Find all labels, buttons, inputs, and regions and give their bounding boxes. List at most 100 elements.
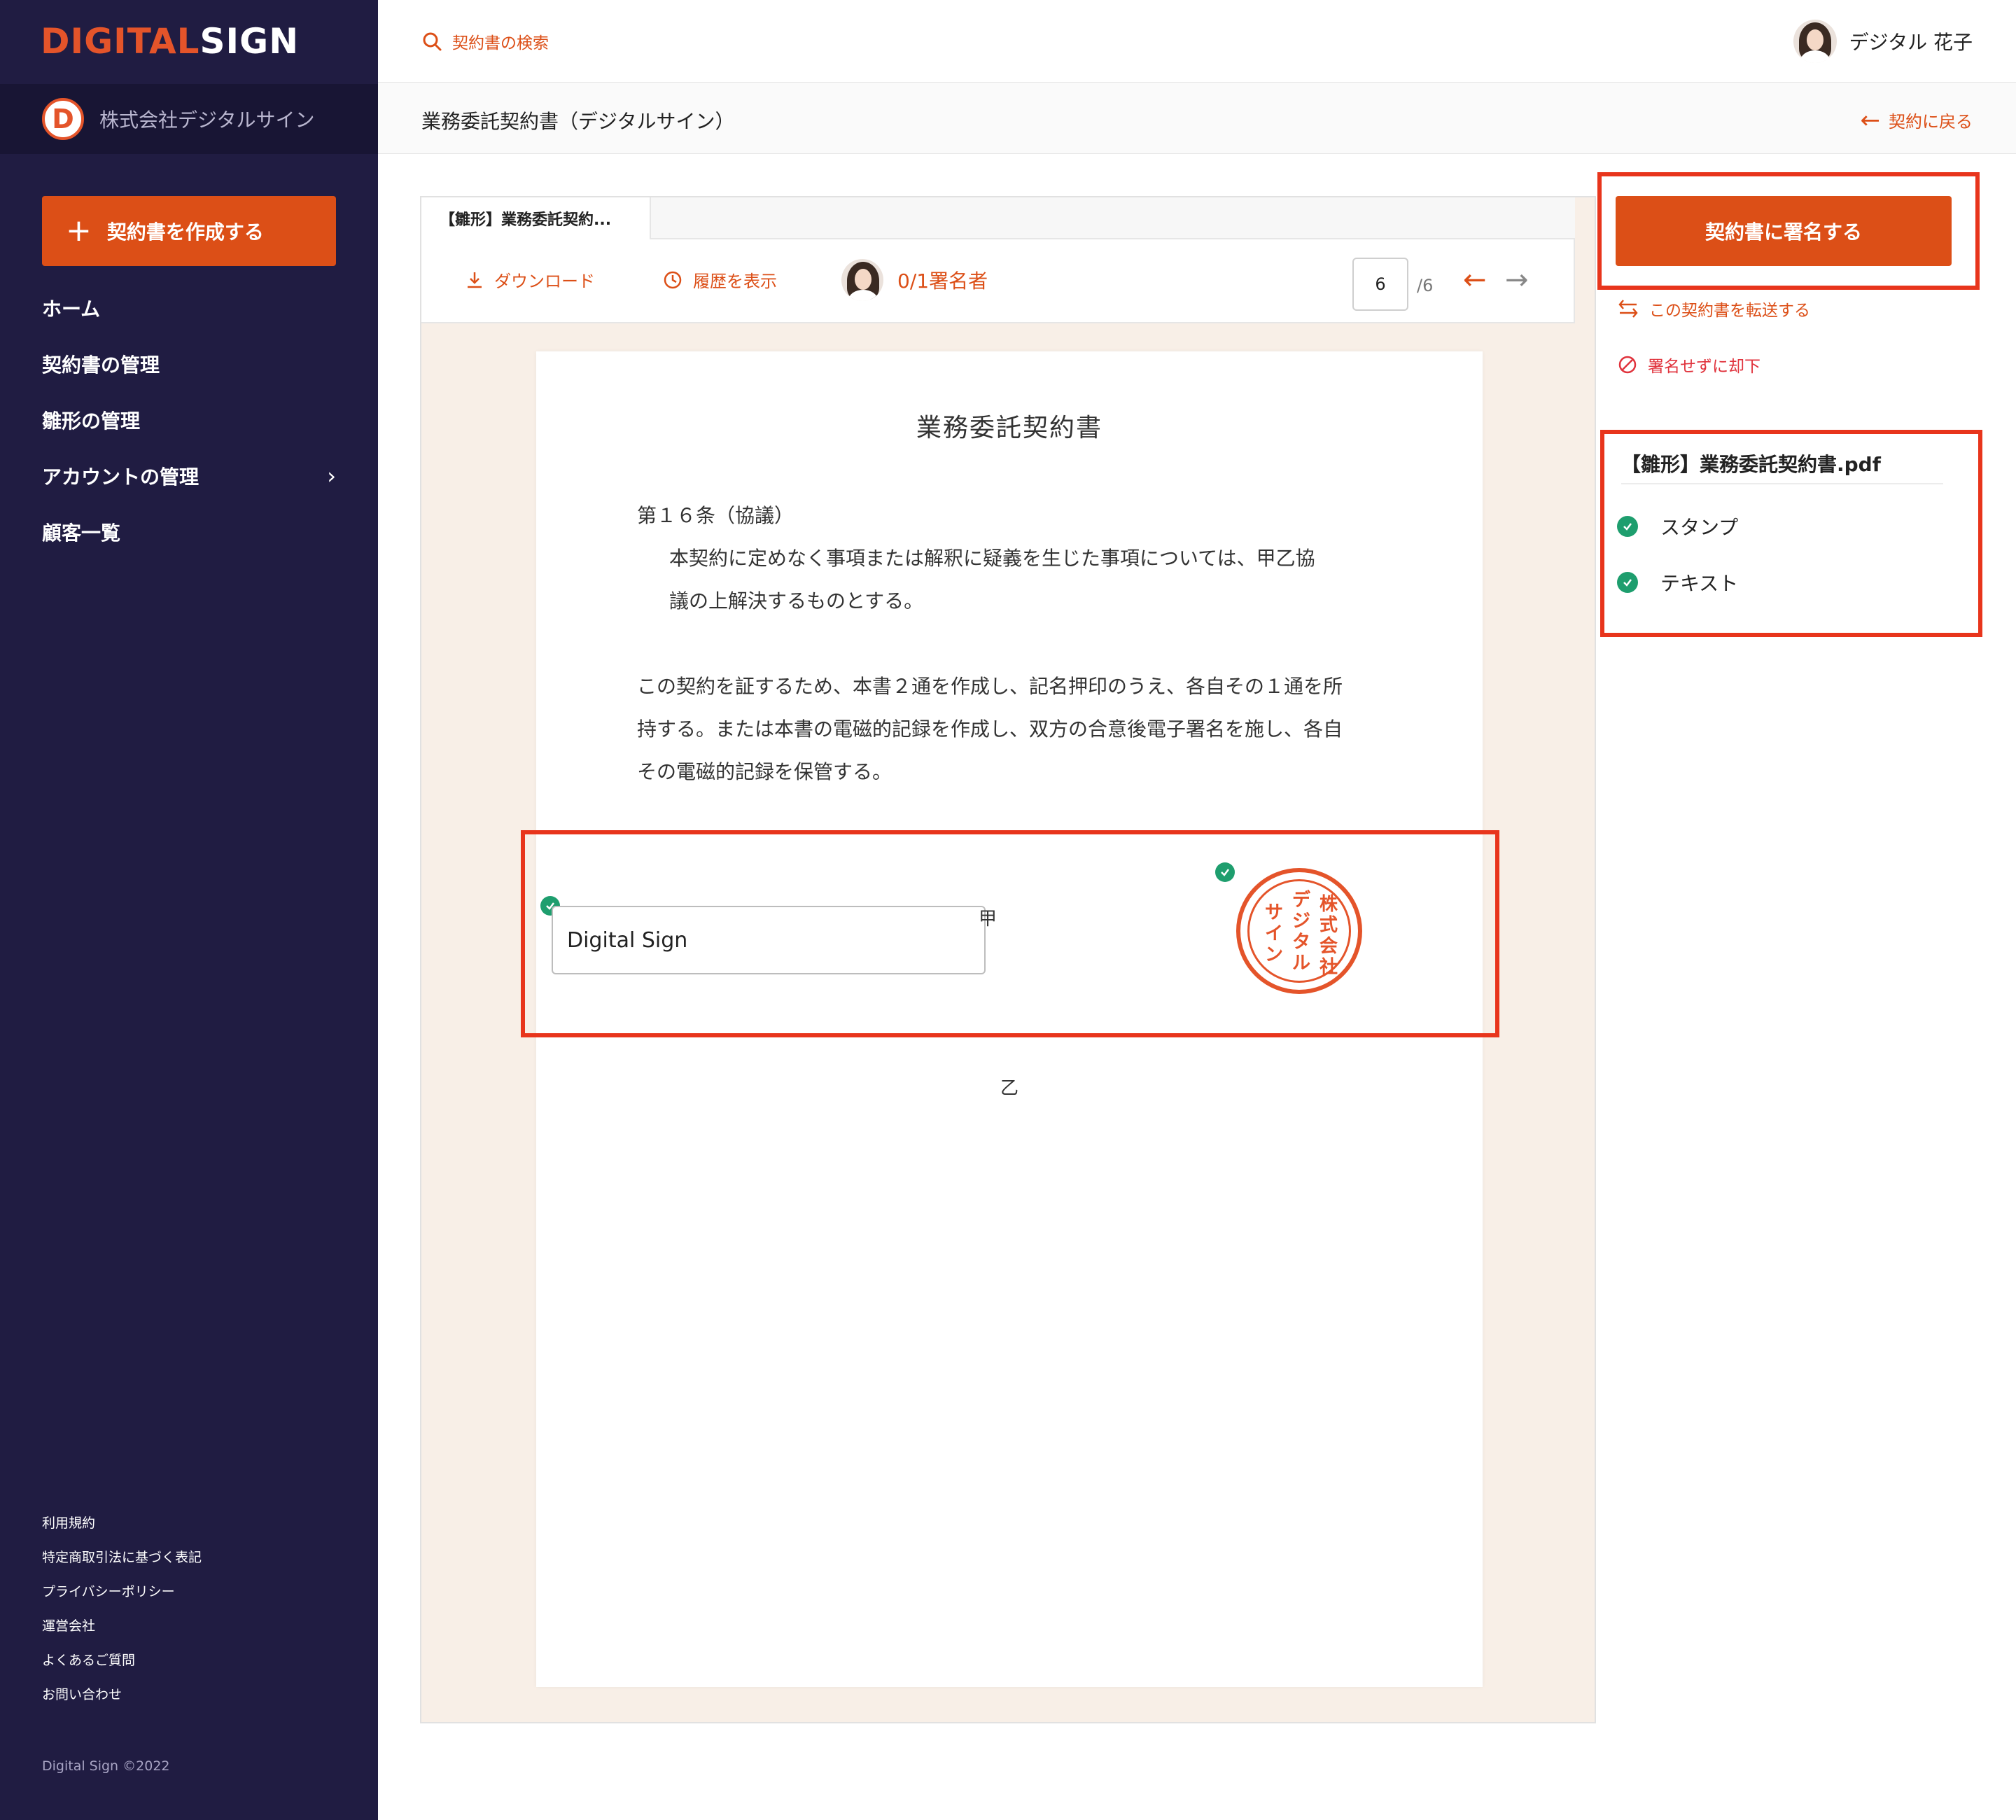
signer-avatar [841,259,883,301]
history-label: 履歴を表示 [693,272,777,291]
seal-char: ン [1264,944,1283,965]
tab-document[interactable]: 【雛形】業務委託契約... [421,197,651,239]
footer-links: 利用規約 特定商取引法に基づく表記 プライバシーポリシー 運営会社 よくあるご質… [42,1506,202,1712]
field-item-label: スタンプ [1660,516,1739,539]
logo-part1: DIGITAL [41,21,200,62]
footer-link-privacy[interactable]: プライバシーポリシー [42,1575,202,1609]
search-label: 契約書の検索 [452,34,549,52]
check-icon [1617,516,1638,537]
search-icon [423,32,442,51]
sidebar-item-label: ホーム [42,298,101,321]
divider [1621,483,1943,484]
seal-char: 株 [1319,894,1338,915]
closing-text-line: その電磁的記録を保管する。 [637,760,892,783]
party-b-label: 乙 [1000,1078,1018,1099]
article-text-line: 議の上解決するものとする。 [669,589,924,612]
seal-char: イ [1264,923,1283,944]
footer-link-contact[interactable]: お問い合わせ [42,1678,202,1712]
chevron-right-icon: › [327,463,336,489]
brand-logo[interactable]: DIGITALSIGN [41,24,299,59]
page-total: /6 [1417,276,1434,295]
company-switcher[interactable]: D 株式会社デジタルサイン [0,84,378,154]
article-heading: 第１６条（協議） [637,504,794,527]
create-contract-button[interactable]: + 契約書を作成する [42,196,336,266]
article-text-line: 本契約に定めなく事項または解釈に疑義を生じた事項については、甲乙協 [669,547,1315,570]
viewer-header: 【雛形】業務委託契約... ダウンロード 履歴を表示 0/1署名者 6 /6 ←… [421,197,1575,323]
seal-char: サ [1264,902,1283,923]
seal-inner-ring: 株 式 会 社 デ ジ タ ル サ イ ン [1247,879,1351,983]
document-title: 業務委託契約書 [916,414,1102,442]
footer-link-commerce-law[interactable]: 特定商取引法に基づく表記 [42,1541,202,1575]
signers-count: 0/1署名者 [897,270,988,293]
company-seal-stamp[interactable]: 株 式 会 社 デ ジ タ ル サ イ ン [1236,868,1362,994]
document-header: 業務委託契約書（デジタルサイン） ← 契約に戻る [378,83,2016,154]
footer-link-terms[interactable]: 利用規約 [42,1506,202,1541]
footer-link-company[interactable]: 運営会社 [42,1609,202,1644]
company-logo-icon: D [42,98,84,140]
signature-text-field[interactable]: Digital Sign [552,906,986,974]
seal-char: タ [1292,932,1310,953]
next-page-arrow-icon[interactable]: → [1505,266,1529,294]
document-viewer: 【雛形】業務委託契約... ダウンロード 履歴を表示 0/1署名者 6 /6 ←… [420,196,1596,1723]
page-title: 業務委託契約書（デジタルサイン） [421,110,735,133]
party-a-label: 甲 [979,909,997,930]
signers-indicator[interactable]: 0/1署名者 [841,259,988,301]
reject-label: 署名せずに却下 [1648,358,1760,376]
create-contract-label: 契約書を作成する [106,220,264,244]
sidebar-item-label: 顧客一覧 [42,522,121,545]
clock-icon [664,271,682,288]
seal-char: 会 [1319,936,1338,957]
download-label: ダウンロード [494,272,595,291]
field-item-label: テキスト [1660,572,1739,595]
viewer-toolbar: ダウンロード 履歴を表示 0/1署名者 6 /6 ← → [421,241,1575,322]
back-to-contract-link[interactable]: ← 契約に戻る [1861,108,1973,132]
closing-block: この契約を証するため、本書２通を作成し、記名押印のうえ、各自その１通を所 持する… [637,665,1386,793]
sidebar-item-label: 契約書の管理 [42,354,160,377]
file-name: 【雛形】業務委託契約書.pdf [1621,453,1881,476]
sidebar-item-customers[interactable]: 顧客一覧 [42,504,336,560]
download-icon [468,272,482,288]
user-menu[interactable]: デジタル 花子 [1793,20,1973,63]
seal-char: ジ [1292,911,1310,932]
footer-link-faq[interactable]: よくあるご質問 [42,1644,202,1678]
swap-arrows-icon [1618,300,1638,318]
tab-strip [651,197,1575,239]
closing-text-line: この契約を証するため、本書２通を作成し、記名押印のうえ、各自その１通を所 [637,675,1343,698]
plus-icon: + [66,213,92,248]
check-icon [1215,862,1235,882]
seal-char: ル [1292,953,1310,974]
reject-contract-link[interactable]: 署名せずに却下 [1617,353,1760,377]
article-block: 第１６条（協議） 本契約に定めなく事項または解釈に疑義を生じた事項については、甲… [637,494,1386,622]
forward-label: この契約書を転送する [1649,302,1810,320]
avatar [1793,20,1837,63]
sidebar-item-account[interactable]: アカウントの管理 › [42,448,336,504]
closing-text-line: 持する。または本書の電磁的記録を作成し、双方の合意後電子署名を施し、各自 [637,718,1343,741]
check-icon [1617,572,1638,593]
sign-contract-button[interactable]: 契約書に署名する [1616,196,1952,266]
prohibited-icon [1618,356,1637,374]
sidebar-item-home[interactable]: ホーム [42,280,336,336]
field-item-text[interactable]: テキスト [1617,568,1738,596]
search-link[interactable]: 契約書の検索 [421,29,549,53]
prev-page-arrow-icon[interactable]: ← [1463,266,1487,294]
history-button[interactable]: 履歴を表示 [662,267,777,292]
download-button[interactable]: ダウンロード [465,267,595,292]
seal-char: 式 [1319,915,1338,936]
seal-char: 社 [1319,957,1338,978]
sidebar-item-templates[interactable]: 雛形の管理 [42,392,336,448]
sidebar: DIGITALSIGN D 株式会社デジタルサイン + 契約書を作成する ホーム… [0,0,378,1820]
arrow-left-icon: ← [1860,106,1881,134]
sidebar-nav: ホーム 契約書の管理 雛形の管理 アカウントの管理 › 顧客一覧 [42,280,336,560]
sidebar-item-contracts[interactable]: 契約書の管理 [42,336,336,392]
company-name: 株式会社デジタルサイン [99,108,315,132]
document-page: 業務委託契約書 第１６条（協議） 本契約に定めなく事項または解釈に疑義を生じた事… [536,351,1483,1687]
forward-contract-link[interactable]: この契約書を転送する [1617,297,1810,321]
seal-char: デ [1292,890,1310,911]
top-bar: 契約書の検索 デジタル 花子 [378,0,2016,83]
field-item-stamp[interactable]: スタンプ [1617,512,1738,540]
back-label: 契約に戻る [1889,112,1973,132]
page-number-input[interactable]: 6 [1352,258,1408,311]
logo-part2: SIGN [200,21,300,62]
sidebar-item-label: アカウントの管理 [42,465,200,489]
sidebar-item-label: 雛形の管理 [42,410,141,433]
